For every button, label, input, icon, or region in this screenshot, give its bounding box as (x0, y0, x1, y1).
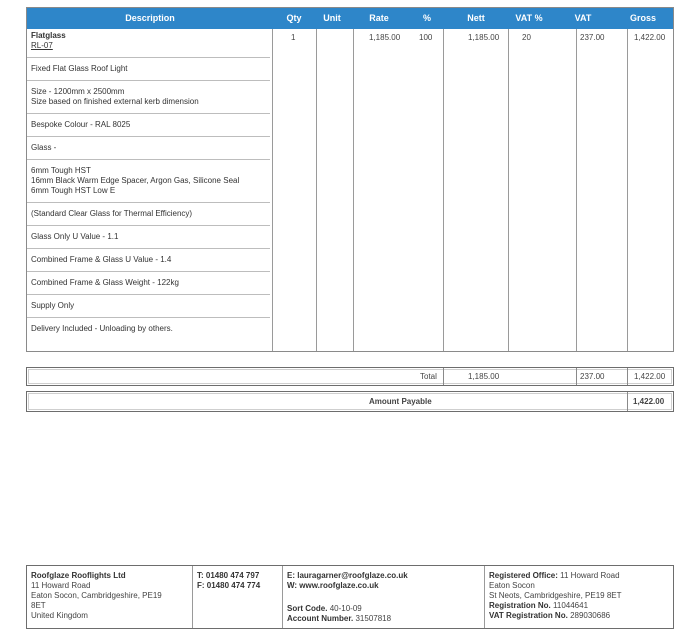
cell-vat-percent: 20 (522, 33, 531, 42)
column-divider (353, 29, 354, 351)
footer-registration: Registered Office: 11 Howard Road Eaton … (485, 566, 673, 628)
product-name: Fixed Flat Glass Roof Light (31, 64, 128, 73)
column-divider (508, 29, 509, 351)
registered-office-line: St Neots, Cambridgeshire, PE19 8ET (489, 591, 622, 600)
glass-heading: Glass - (31, 143, 57, 152)
row-divider (27, 136, 270, 137)
combined-u-value: Combined Frame & Glass U Value - 1.4 (31, 255, 172, 264)
header-gross: Gross (629, 13, 656, 23)
row-divider (27, 317, 270, 318)
header-percent: % (422, 13, 431, 23)
row-divider (27, 271, 270, 272)
fax: F: 01480 474 774 (197, 581, 261, 590)
address-line: United Kingdom (31, 611, 88, 620)
header-nett: Nett (467, 13, 485, 23)
telephone: T: 01480 474 797 (197, 571, 260, 580)
address-line: Eaton Socon, Cambridgeshire, PE19 (31, 591, 162, 600)
registration-number-value: 11044641 (553, 601, 589, 610)
total-nett: 1,185.00 (468, 372, 500, 381)
row-divider (27, 202, 270, 203)
column-divider (627, 368, 628, 385)
header-rate: Rate (369, 13, 389, 23)
delivery-line: Delivery Included - Unloading by others. (31, 324, 173, 333)
row-divider (27, 159, 270, 160)
column-divider (576, 368, 577, 385)
address-line: 8ET (31, 601, 46, 610)
supply-line: Supply Only (31, 301, 75, 310)
product-title: Flatglass (31, 31, 66, 40)
cell-percent: 100 (419, 33, 433, 42)
total-gross: 1,422.00 (634, 372, 666, 381)
cell-qty: 1 (291, 33, 296, 42)
footer-phone: T: 01480 474 797 F: 01480 474 774 (193, 566, 283, 628)
footer-contact: E: lauragarner@roofglaze.co.uk W: www.ro… (283, 566, 485, 628)
registered-office-line: Eaton Socon (489, 581, 535, 590)
row-divider (27, 57, 270, 58)
glass-spec-2: 16mm Black Warm Edge Spacer, Argon Gas, … (31, 176, 240, 185)
account-number-label: Account Number. (287, 614, 354, 623)
row-divider (27, 248, 270, 249)
registered-office-value: 11 Howard Road (560, 571, 620, 580)
totals-row: Total 1,185.00 237.00 1,422.00 (26, 367, 674, 386)
sort-code-value: 40-10-09 (329, 604, 362, 613)
amount-payable-value: 1,422.00 (633, 397, 665, 406)
header-description: Description (125, 13, 175, 23)
combined-weight: Combined Frame & Glass Weight - 122kg (31, 278, 179, 287)
table-header: Description Qty Unit Rate % Nett VAT % V… (27, 8, 673, 29)
description-cell: Flatglass RL-07 Fixed Flat Glass Roof Li… (27, 31, 270, 334)
column-divider (576, 29, 577, 351)
row-divider (27, 294, 270, 295)
company-footer: Roofglaze Rooflights Ltd 11 Howard Road … (26, 565, 674, 629)
row-divider (27, 113, 270, 114)
column-divider (316, 29, 317, 351)
total-vat: 237.00 (580, 372, 605, 381)
column-divider (627, 29, 628, 351)
colour-line: Bespoke Colour - RAL 8025 (31, 120, 131, 129)
column-divider (272, 29, 273, 351)
header-vat: VAT (574, 13, 592, 23)
vat-registration-value: 289030686 (570, 611, 611, 620)
email: E: lauragarner@roofglaze.co.uk (287, 571, 408, 580)
glass-u-value: Glass Only U Value - 1.1 (31, 232, 119, 241)
column-divider (443, 29, 444, 351)
row-divider (27, 225, 270, 226)
glass-spec-1: 6mm Tough HST (31, 166, 91, 175)
glass-spec-3: 6mm Tough HST Low E (31, 186, 116, 195)
amount-payable-row: Amount Payable 1,422.00 (26, 391, 674, 412)
website: W: www.roofglaze.co.uk (287, 581, 379, 590)
header-unit: Unit (323, 13, 341, 23)
registration-number-label: Registration No. (489, 601, 551, 610)
vat-registration-label: VAT Registration No. (489, 611, 568, 620)
column-divider (443, 368, 444, 385)
cell-vat: 237.00 (580, 33, 605, 42)
company-name: Roofglaze Rooflights Ltd (31, 571, 126, 580)
address-line: 11 Howard Road (31, 581, 91, 590)
standard-glass-note: (Standard Clear Glass for Thermal Effici… (31, 209, 193, 218)
size-note: Size based on finished external kerb dim… (31, 97, 199, 106)
column-divider (627, 392, 628, 411)
cell-rate: 1,185.00 (369, 33, 401, 42)
amount-payable-label: Amount Payable (369, 397, 432, 406)
size-line: Size - 1200mm x 2500mm (31, 87, 125, 96)
footer-address: Roofglaze Rooflights Ltd 11 Howard Road … (27, 566, 193, 628)
total-label: Total (420, 372, 437, 381)
header-qty: Qty (286, 13, 302, 23)
account-number-value: 31507818 (355, 614, 392, 623)
header-vat-percent: VAT % (515, 13, 543, 23)
sort-code-label: Sort Code. (287, 604, 328, 613)
product-code: RL-07 (31, 41, 53, 50)
registered-office-label: Registered Office: (489, 571, 558, 580)
cell-gross: 1,422.00 (634, 33, 666, 42)
cell-nett: 1,185.00 (468, 33, 500, 42)
row-divider (27, 80, 270, 81)
line-items-table: Description Qty Unit Rate % Nett VAT % V… (26, 7, 674, 352)
